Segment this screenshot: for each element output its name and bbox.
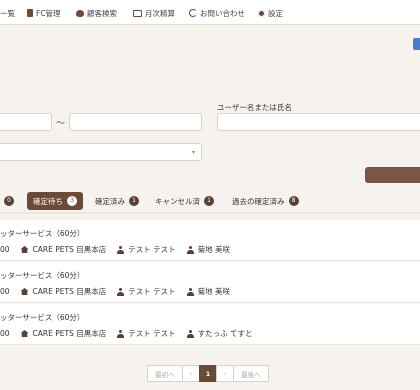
nav-item-label: 顧客検索 bbox=[87, 8, 117, 18]
nav-item-monthly-settlement[interactable]: 月次精算 bbox=[133, 8, 175, 18]
staff-info: 菊地 美咲 bbox=[186, 244, 231, 255]
service-name: ッターサービス（60分） bbox=[0, 271, 85, 280]
staff-name: 菊地 美咲 bbox=[197, 287, 231, 296]
pagination: 最初へ ‹ 1 › 最後へ bbox=[147, 365, 269, 382]
reservation-meta: 00 CARE PETS 目黒本店 テスト テスト 菊地 美咲 bbox=[0, 286, 241, 297]
tab-label: 確定待ち bbox=[33, 196, 63, 206]
add-button[interactable] bbox=[413, 38, 420, 50]
home-icon bbox=[20, 246, 29, 253]
staff-info: 菊地 美咲 bbox=[186, 286, 231, 297]
user-icon bbox=[117, 245, 125, 254]
reservation-time: 00 bbox=[0, 329, 10, 338]
list-item[interactable]: ッターサービス（60分） 00 CARE PETS 目黒本店 テスト テスト す… bbox=[0, 304, 420, 345]
nav-item-label: 一覧 bbox=[0, 8, 15, 18]
tab-pending[interactable]: 確定待ち 3 bbox=[27, 192, 83, 210]
status-tabs: 0 確定待ち 3 確定済み 1 キャンセル済 1 過去の確定済み 8 bbox=[0, 190, 420, 212]
store-name: CARE PETS 目黒本店 bbox=[32, 245, 107, 254]
home-icon bbox=[20, 288, 29, 295]
tab-label: キャンセル済 bbox=[155, 196, 200, 206]
store-info: CARE PETS 目黒本店 bbox=[20, 328, 107, 339]
service-name: ッターサービス（60分） bbox=[0, 313, 85, 322]
gear-icon bbox=[258, 9, 265, 17]
count-badge: 3 bbox=[67, 196, 77, 206]
customer-name: テスト テスト bbox=[128, 287, 176, 296]
nav-item-fc-management[interactable]: FC管理 bbox=[27, 8, 61, 18]
customer-name: テスト テスト bbox=[128, 329, 176, 338]
customer-name: テスト テスト bbox=[128, 245, 176, 254]
customer-info: テスト テスト bbox=[117, 328, 176, 339]
list-item[interactable]: ッターサービス（60分） 00 CARE PETS 目黒本店 テスト テスト 菊… bbox=[0, 220, 420, 261]
count-badge: 1 bbox=[129, 196, 139, 206]
tab-past-confirmed[interactable]: 過去の確定済み 8 bbox=[232, 192, 299, 210]
calendar-icon bbox=[133, 9, 142, 17]
nav-item-list[interactable]: 一覧 bbox=[0, 8, 15, 18]
staff-name: 菊地 美咲 bbox=[197, 245, 231, 254]
store-name: CARE PETS 目黒本店 bbox=[32, 287, 107, 296]
nav-item-contact[interactable]: お問い合わせ bbox=[189, 8, 245, 18]
time-text: 00 bbox=[0, 329, 10, 338]
nav-item-customer-search[interactable]: 顧客検索 bbox=[76, 8, 117, 18]
tab-label: 確定済み bbox=[95, 196, 125, 206]
dog-icon bbox=[76, 9, 84, 17]
date-from-input[interactable] bbox=[0, 113, 52, 131]
customer-info: テスト テスト bbox=[117, 244, 176, 255]
home-icon bbox=[20, 330, 29, 337]
user-name-label: ユーザー名または氏名 bbox=[217, 103, 292, 112]
last-page-button[interactable]: 最後へ bbox=[233, 365, 269, 382]
top-nav: 一覧 FC管理 顧客検索 月次精算 お問い合わせ 設定 bbox=[0, 0, 420, 25]
list-item[interactable]: ッターサービス（60分） 00 CARE PETS 目黒本店 テスト テスト 菊… bbox=[0, 262, 420, 303]
user-icon bbox=[186, 329, 194, 338]
time-text: 00 bbox=[0, 287, 10, 296]
staff-info: すたっふ てすと bbox=[186, 328, 253, 339]
store-select[interactable]: ▾ bbox=[0, 143, 202, 161]
next-page-button[interactable]: › bbox=[216, 365, 234, 382]
tab-label: 過去の確定済み bbox=[232, 196, 285, 206]
time-text: 00 bbox=[0, 245, 10, 254]
service-name: ッターサービス（60分） bbox=[0, 229, 85, 238]
tab-all[interactable]: 0 bbox=[0, 192, 14, 210]
user-name-input[interactable] bbox=[217, 113, 420, 131]
nav-item-settings[interactable]: 設定 bbox=[258, 8, 283, 18]
nav-item-label: 月次精算 bbox=[145, 8, 175, 18]
reservation-meta: 00 CARE PETS 目黒本店 テスト テスト すたっふ てすと bbox=[0, 328, 264, 339]
document-icon bbox=[27, 9, 33, 17]
prev-page-button[interactable]: ‹ bbox=[182, 365, 200, 382]
store-info: CARE PETS 目黒本店 bbox=[20, 286, 107, 297]
count-badge: 1 bbox=[204, 196, 214, 206]
count-badge: 0 bbox=[4, 196, 14, 206]
tabs-divider bbox=[0, 212, 420, 214]
first-page-button[interactable]: 最初へ bbox=[147, 365, 183, 382]
user-icon bbox=[186, 287, 194, 296]
reservation-time: 00 bbox=[0, 287, 10, 296]
chevron-down-icon: ▾ bbox=[191, 149, 195, 156]
nav-item-label: お問い合わせ bbox=[200, 8, 245, 18]
nav-item-label: FC管理 bbox=[36, 8, 61, 18]
nav-item-label: 設定 bbox=[268, 8, 283, 18]
date-range-separator: 〜 bbox=[56, 119, 66, 129]
tab-confirmed[interactable]: 確定済み 1 bbox=[95, 192, 139, 210]
staff-name: すたっふ てすと bbox=[197, 329, 253, 338]
chat-icon bbox=[189, 9, 197, 17]
reservation-time: 00 bbox=[0, 245, 10, 254]
count-badge: 8 bbox=[288, 196, 299, 206]
user-icon bbox=[117, 329, 125, 338]
store-info: CARE PETS 目黒本店 bbox=[20, 244, 107, 255]
store-name: CARE PETS 目黒本店 bbox=[32, 329, 107, 338]
search-button[interactable] bbox=[365, 167, 420, 183]
customer-info: テスト テスト bbox=[117, 286, 176, 297]
user-icon bbox=[186, 245, 194, 254]
reservation-meta: 00 CARE PETS 目黒本店 テスト テスト 菊地 美咲 bbox=[0, 244, 241, 255]
user-icon bbox=[117, 287, 125, 296]
date-to-input[interactable] bbox=[69, 113, 202, 131]
tab-cancelled[interactable]: キャンセル済 1 bbox=[155, 192, 214, 210]
page-1-button[interactable]: 1 bbox=[199, 365, 217, 382]
